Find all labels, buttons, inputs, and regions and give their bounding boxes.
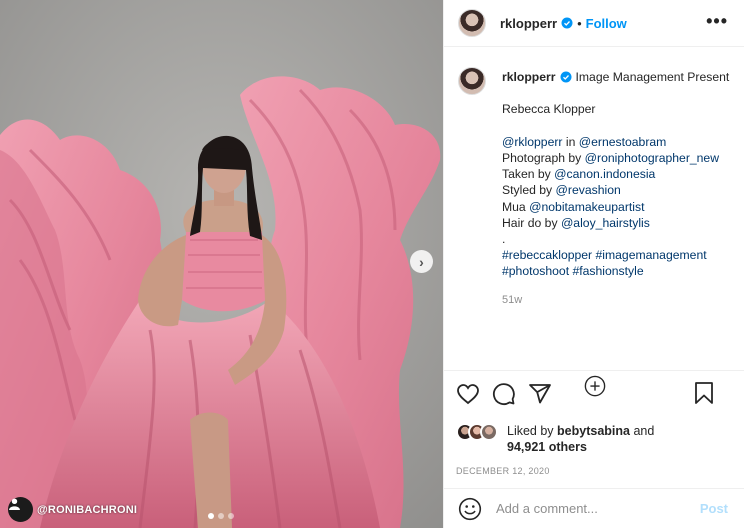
header-separator: • <box>577 15 582 31</box>
caption-text: in <box>562 134 579 149</box>
caption-title: Rebecca Klopper <box>502 102 596 117</box>
caption-line: Styled by @revashion <box>502 182 729 198</box>
liked-by-and: and <box>629 424 655 438</box>
mention-link[interactable]: @ernestoabram <box>579 135 667 149</box>
liked-by-prefix: Liked by <box>507 424 558 438</box>
post-comment-button[interactable]: Post <box>700 501 728 516</box>
caption-text: Photograph by <box>502 150 585 165</box>
carousel-dot <box>218 513 224 519</box>
tagged-users[interactable]: @RONIBACHRONI <box>8 497 137 522</box>
caption-line: Mua @nobitamakeupartist <box>502 199 729 215</box>
caption-text: Hair do by <box>502 215 561 230</box>
mention-link[interactable]: @aloy_hairstylis <box>561 216 650 230</box>
mention-link[interactable]: @rklopperr <box>502 135 562 149</box>
caption-time: 51w <box>502 293 523 306</box>
header-username[interactable]: rklopperr <box>500 16 557 31</box>
bookmark-icon[interactable] <box>692 381 716 405</box>
caption-text: Taken by <box>502 167 555 182</box>
avatar[interactable] <box>480 423 498 441</box>
follow-button[interactable]: Follow <box>586 16 627 31</box>
caption-line: Hair do by @aloy_hairstylis <box>502 215 729 231</box>
comment-icon[interactable] <box>492 382 516 406</box>
verified-badge-icon <box>560 71 572 83</box>
mention-link[interactable]: @revashion <box>556 183 621 197</box>
caption-line: Taken by @canon.indonesia <box>502 166 729 182</box>
post-date: DECEMBER 12, 2020 <box>456 466 550 476</box>
caption-dot: . <box>502 232 506 246</box>
post-panel: rklopperr • Follow ••• rklopperr Image M… <box>443 0 744 528</box>
post-header: rklopperr • Follow ••• <box>444 0 744 47</box>
chevron-right-icon: › <box>419 253 424 270</box>
caption-text: Mua <box>502 199 530 214</box>
hashtags-line[interactable]: #photoshoot #fashionstyle <box>502 263 729 279</box>
comment-input[interactable] <box>496 501 696 516</box>
liked-by-user[interactable]: bebytsabina <box>557 424 630 438</box>
add-comment-bar: Post <box>444 488 744 528</box>
heart-icon[interactable] <box>456 382 480 406</box>
carousel-indicator <box>208 513 234 519</box>
carousel-dot <box>208 513 214 519</box>
liked-by-text: Liked by bebytsabina and 94,921 others <box>507 423 654 455</box>
likes-count[interactable]: 94,921 others <box>507 440 587 454</box>
mention-link[interactable]: @nobitamakeupartist <box>529 200 644 214</box>
post-media[interactable]: › @RONIBACHRONI <box>0 0 443 528</box>
avatar[interactable] <box>458 67 486 95</box>
caption-intro: Image Management Present <box>575 70 730 84</box>
next-image-button[interactable]: › <box>410 250 433 273</box>
caption-text: Styled by <box>502 183 556 198</box>
carousel-dot <box>228 513 234 519</box>
hashtags-line[interactable]: #rebeccaklopper #imagemanagement <box>502 247 729 263</box>
likes-summary: Liked by bebytsabina and 94,921 others <box>456 423 732 455</box>
user-tag-icon[interactable] <box>8 497 33 522</box>
more-options-icon[interactable]: ••• <box>706 11 728 32</box>
caption-line: Photograph by @roniphotographer_new <box>502 150 729 166</box>
emoji-icon[interactable] <box>458 497 482 521</box>
caption-line: @rklopperr in @ernestoabram <box>502 134 729 150</box>
caption: rklopperr Image Management Present Rebec… <box>458 67 730 308</box>
photo-watermark: @RONIBACHRONI <box>37 503 138 516</box>
photo-image <box>0 0 443 528</box>
comments-area[interactable]: rklopperr Image Management Present Rebec… <box>444 47 744 397</box>
liker-avatars <box>456 423 504 443</box>
share-icon[interactable] <box>528 382 552 406</box>
avatar[interactable] <box>458 9 486 37</box>
mention-link[interactable]: @roniphotographer_new <box>585 151 719 165</box>
post-actions: Liked by bebytsabina and 94,921 others D… <box>444 370 744 476</box>
mention-link[interactable]: @canon.indonesia <box>554 167 655 181</box>
caption-username[interactable]: rklopperr <box>502 69 556 85</box>
verified-badge-icon <box>561 17 573 29</box>
